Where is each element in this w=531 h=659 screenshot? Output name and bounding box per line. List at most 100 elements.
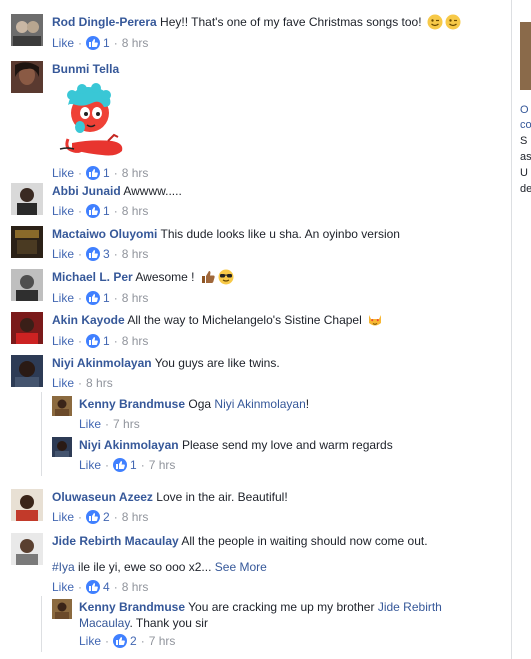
timestamp[interactable]: 8 hrs [122,510,149,524]
sidebar-text[interactable]: O [520,104,531,116]
like-button[interactable]: Like [52,376,74,390]
avatar[interactable] [11,312,43,344]
avatar[interactable] [52,437,72,457]
sidebar-text: as [520,151,531,163]
like-thumb-icon[interactable] [113,457,128,472]
like-count[interactable]: 4 [103,580,110,594]
like-thumb-icon[interactable] [86,509,101,524]
timestamp[interactable]: 8 hrs [122,334,149,348]
like-button[interactable]: Like [52,334,74,348]
like-count[interactable]: 1 [103,334,110,348]
comment-text: You guys are like twins. [154,356,280,370]
comment-text: Awwww..... [123,184,182,198]
like-thumb-icon[interactable] [86,165,101,180]
like-button[interactable]: Like [52,204,74,218]
comment-author[interactable]: Jide Rebirth Macaulay [52,534,179,548]
comment-text: Awesome ! [135,270,195,284]
sidebar-text[interactable]: co [520,119,531,131]
comment-author[interactable]: Bunmi Tella [52,62,119,76]
comment-author[interactable]: Niyi Akinmolayan [52,356,152,370]
like-button[interactable]: Like [52,247,74,261]
timestamp[interactable]: 7 hrs [113,417,140,431]
comment-author[interactable]: Abbi Junaid [52,184,121,198]
comment-author[interactable]: Michael L. Per [52,270,133,284]
comment-author[interactable]: Oluwaseun Azeez [52,490,153,504]
thumbs-up-emoji-icon [200,269,216,285]
like-button[interactable]: Like [52,166,74,180]
timestamp[interactable]: 7 hrs [149,458,176,472]
like-button[interactable]: Like [79,458,101,472]
like-thumb-icon[interactable] [86,333,101,348]
timestamp[interactable]: 8 hrs [122,36,149,50]
like-count[interactable]: 1 [103,291,110,305]
avatar[interactable] [11,355,43,387]
mention-link[interactable]: Niyi Akinmolayan [214,397,305,411]
like-count[interactable]: 3 [103,247,110,261]
reply-thread-line [41,596,42,652]
reply-text: Oga [188,397,212,411]
comment-author[interactable]: Rod Dingle-Perera [52,15,157,29]
timestamp[interactable]: 8 hrs [86,376,113,390]
like-thumb-icon[interactable] [86,290,101,305]
sidebar-text: U [520,167,528,179]
comment-text-continued: ile ile yi, ewe so ooo x2... [78,560,212,574]
see-more-link[interactable]: See More [215,560,267,574]
like-count[interactable]: 2 [130,634,137,648]
like-button[interactable]: Like [52,580,74,594]
avatar[interactable] [11,183,43,215]
mention-link[interactable]: Macaulay [79,616,129,630]
timestamp[interactable]: 8 hrs [122,204,149,218]
comment-text: All the people in waiting should now com… [181,534,428,548]
heart-eyes-cat-emoji-icon [367,312,383,328]
avatar[interactable] [11,61,43,93]
reply-thread-line [41,392,42,476]
like-button[interactable]: Like [52,36,74,50]
sidebar-text: de [520,183,531,195]
timestamp[interactable]: 8 hrs [122,166,149,180]
like-count[interactable]: 1 [103,36,110,50]
like-button[interactable]: Like [79,417,101,431]
like-count[interactable]: 2 [103,510,110,524]
reply-author[interactable]: Kenny Brandmuse [79,600,185,614]
hashtag-link[interactable]: #Iya [52,560,75,574]
avatar[interactable] [11,489,43,521]
like-thumb-icon[interactable] [86,246,101,261]
reply-author[interactable]: Niyi Akinmolayan [79,438,179,452]
like-button[interactable]: Like [52,291,74,305]
comment-author[interactable]: Akin Kayode [52,313,125,327]
like-thumb-icon[interactable] [86,203,101,218]
like-thumb-icon[interactable] [86,579,101,594]
avatar[interactable] [11,14,43,46]
right-sidebar: O co S as U de [512,0,531,659]
avatar[interactable] [11,226,43,258]
reply-author[interactable]: Kenny Brandmuse [79,397,185,411]
like-count[interactable]: 1 [103,204,110,218]
avatar[interactable] [52,396,72,416]
timestamp[interactable]: 8 hrs [122,247,149,261]
sunglasses-emoji-icon [218,269,234,285]
timestamp[interactable]: 8 hrs [122,291,149,305]
wink-emoji-icon [427,14,443,30]
like-button[interactable]: Like [79,634,101,648]
like-count[interactable]: 1 [103,166,110,180]
comment-text: Love in the air. Beautiful! [156,490,288,504]
like-thumb-icon[interactable] [86,35,101,50]
wink-emoji-icon [445,14,461,30]
sidebar-text: S [520,135,528,147]
like-thumb-icon[interactable] [113,633,128,648]
avatar[interactable] [11,533,43,565]
comment-text: This dude looks like u sha. An oyinbo ve… [160,227,400,241]
sticker-image[interactable] [52,81,132,161]
sidebar-thumbnail[interactable] [520,22,531,90]
timestamp[interactable]: 7 hrs [149,634,176,648]
like-count[interactable]: 1 [130,458,137,472]
like-button[interactable]: Like [52,510,74,524]
avatar[interactable] [11,269,43,301]
timestamp[interactable]: 8 hrs [122,580,149,594]
mention-link[interactable]: Jide Rebirth [378,600,442,614]
reply-text: You are cracking me up my brother [188,600,375,614]
comments-feed: Rod Dingle-Perera Hey!! That's one of my… [0,0,512,659]
comment-text: All the way to Michelangelo's Sistine Ch… [127,313,362,327]
avatar[interactable] [52,599,72,619]
comment-author[interactable]: Mactaiwo Oluyomi [52,227,157,241]
